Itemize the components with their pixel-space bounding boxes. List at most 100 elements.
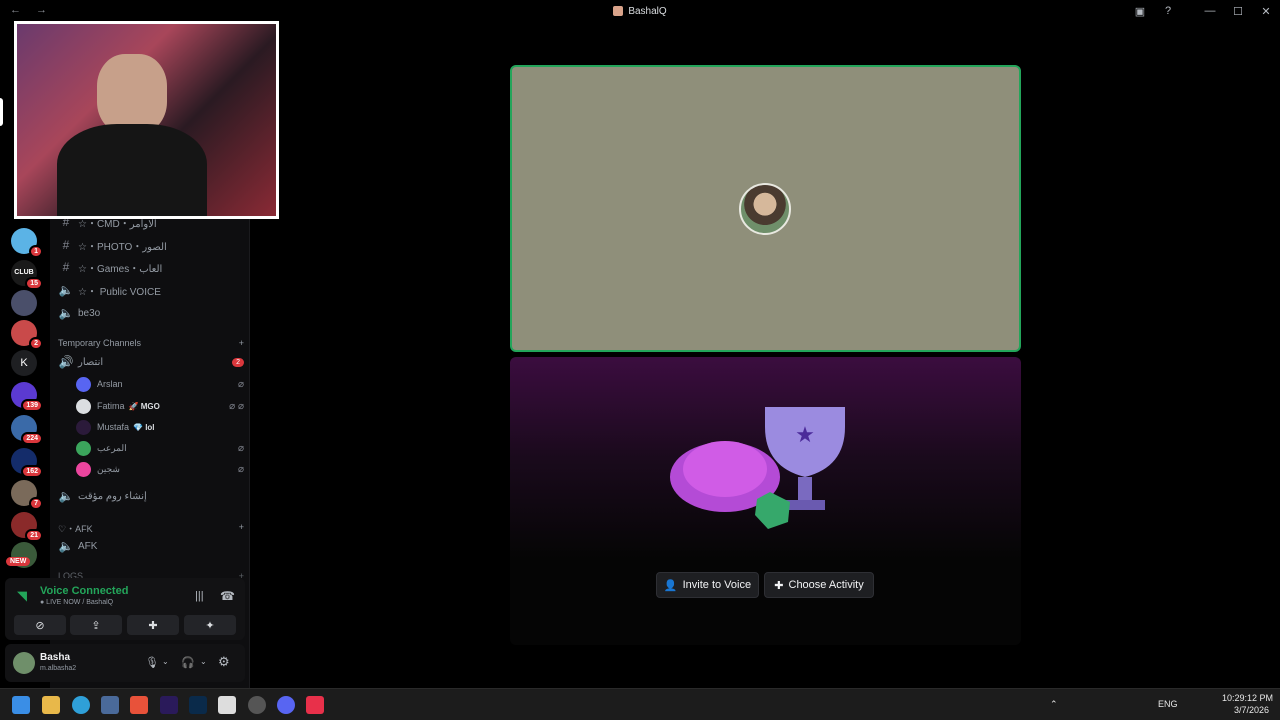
server-icon-4[interactable]: 2 <box>11 320 43 350</box>
deafen-icon: ⌀ <box>237 442 244 454</box>
webcam-overlay <box>14 21 279 219</box>
channel-public-voice[interactable]: 🔈 ☆・ Public VOICE <box>58 280 244 300</box>
taskbar: ⌃ ENG 10:29:12 PM 3/7/2026 <box>0 688 1280 720</box>
channel-games[interactable]: # ☆・Games・العاب <box>58 257 244 277</box>
voice-user[interactable]: Arslan ⌀ <box>76 374 244 394</box>
speaker-icon: 🔊 <box>58 355 74 369</box>
add-channel-icon: + <box>238 522 244 532</box>
language-indicator[interactable]: ENG <box>1158 699 1178 709</box>
notepad-icon[interactable] <box>218 696 236 714</box>
chevron-up-icon[interactable]: ⌃ <box>1050 699 1058 710</box>
speaker-icon: 🔈 <box>58 306 74 320</box>
category-afk[interactable]: ♡・AFK + <box>58 522 244 535</box>
deafen-icon: ⌀ ⌀ <box>229 400 244 412</box>
screenshare-button[interactable]: ⇪ <box>70 615 122 635</box>
speaker-icon: 🔈 <box>58 489 74 503</box>
category-temporary[interactable]: Temporary Channels + <box>58 338 244 348</box>
minimize-icon[interactable]: — <box>1196 5 1224 17</box>
server-icon-club[interactable]: CLUB 15 <box>11 260 43 290</box>
avatar[interactable] <box>13 652 35 674</box>
selected-server-pill <box>0 98 3 126</box>
server-icon-k[interactable]: K <box>11 350 37 376</box>
mic-icon[interactable]: 🎙 <box>145 656 159 669</box>
window-title: BashalQ <box>613 5 667 17</box>
clock-date[interactable]: 3/7/2026 <box>1234 705 1269 715</box>
channel-create-room[interactable]: 🔈 إنشاء روم مؤقت <box>58 486 244 506</box>
streamer-body <box>57 124 207 216</box>
soundboard-button[interactable]: ✦ <box>184 615 236 635</box>
server-icon-9[interactable]: 7 <box>11 480 43 510</box>
help-icon[interactable]: ? <box>1154 5 1182 17</box>
add-user-icon: 👤 <box>663 579 678 592</box>
speaker-icon: 🔈 <box>58 539 74 553</box>
avatar <box>76 419 91 435</box>
activity-button[interactable]: ✚ <box>127 615 179 635</box>
windows-start-icon[interactable] <box>12 696 30 714</box>
disconnect-icon[interactable]: ☎ <box>220 589 235 603</box>
activity-panel: ★ 👤 Invite to Voice ✚ Choose Activity <box>510 357 1021 645</box>
activity-illustration: ★ <box>670 407 845 529</box>
edge-icon[interactable] <box>72 696 90 714</box>
window-title-text: BashalQ <box>628 5 667 17</box>
avatar <box>76 440 91 456</box>
store-icon[interactable] <box>101 696 119 714</box>
channel-be3o[interactable]: 🔈 be3o <box>58 303 244 323</box>
chevron-down-icon[interactable]: ⌄ <box>162 657 169 666</box>
deafen-icon: ⌀ <box>237 463 244 475</box>
server-icon-1[interactable]: 1 <box>11 228 43 258</box>
headphones-icon[interactable]: 🎧 <box>181 656 195 669</box>
photoshop-icon[interactable] <box>189 696 207 714</box>
avatar <box>76 461 91 477</box>
user-status: m.albasha2 <box>40 665 77 672</box>
server-icon <box>613 6 624 16</box>
title-bar: ← → BashalQ ▣ ? — ☐ ✕ <box>0 0 1280 22</box>
server-icon-7[interactable]: 224 <box>11 415 43 445</box>
voice-user[interactable]: شجين ⌀ <box>76 459 244 479</box>
tiktok-icon[interactable] <box>306 696 324 714</box>
speaker-icon: 🔈 <box>58 283 74 297</box>
hash-icon: # <box>62 260 70 274</box>
channel-photo[interactable]: # ☆・PHOTO・الصور <box>58 235 244 255</box>
server-icon-3[interactable] <box>11 290 37 316</box>
clock-time[interactable]: 10:29:12 PM <box>1222 693 1273 703</box>
noise-icon[interactable]: ||| <box>195 590 204 602</box>
new-badge: NEW <box>6 557 31 566</box>
server-icon-8[interactable]: 162 <box>11 448 43 478</box>
nav-arrows[interactable]: ← → <box>10 4 53 16</box>
user-panel: Basha m.albasha2 🎙 ⌄ 🎧 ⌄ ⚙ <box>5 644 245 682</box>
server-icon-6[interactable]: 139 <box>11 382 43 412</box>
obs-icon[interactable] <box>248 696 266 714</box>
streamer-face <box>97 54 167 134</box>
add-channel-icon: + <box>238 338 244 348</box>
file-explorer-icon[interactable] <box>42 696 60 714</box>
channel-temp[interactable]: 🔊 انتصار 2 <box>58 352 244 372</box>
brave-icon[interactable] <box>130 696 148 714</box>
voice-tile[interactable] <box>510 65 1021 352</box>
invite-to-voice-button[interactable]: 👤 Invite to Voice <box>656 572 759 598</box>
server-icon-10[interactable]: 21 <box>11 512 43 542</box>
avatar <box>76 398 91 414</box>
avatar[interactable] <box>739 183 791 235</box>
channel-afk[interactable]: 🔈 AFK <box>58 536 244 556</box>
chevron-down-icon[interactable]: ⌄ <box>200 657 207 666</box>
discord-icon[interactable] <box>277 696 295 714</box>
voice-user[interactable]: Mustafa 💎 lol <box>76 417 244 437</box>
voice-status[interactable]: Voice Connected <box>40 585 128 597</box>
voice-user[interactable]: Fatima 🚀 MGO ⌀ ⌀ <box>76 396 244 416</box>
gear-icon[interactable]: ⚙ <box>218 654 230 670</box>
username[interactable]: Basha <box>40 652 70 663</box>
deafen-icon: ⌀ <box>237 378 244 390</box>
grid-icon: ✚ <box>774 579 784 592</box>
avatar <box>76 376 91 392</box>
choose-activity-button[interactable]: ✚ Choose Activity <box>764 572 874 598</box>
close-icon[interactable]: ✕ <box>1252 5 1280 18</box>
screen-icon[interactable]: ▣ <box>1126 5 1154 18</box>
maximize-icon[interactable]: ☐ <box>1224 5 1252 18</box>
voice-connection-panel: ◥ Voice Connected ● LIVE NOW / BashalQ |… <box>5 578 245 640</box>
voice-user[interactable]: المرعب ⌀ <box>76 438 244 458</box>
voice-sub[interactable]: ● LIVE NOW / BashalQ <box>40 599 113 606</box>
premiere-icon[interactable] <box>160 696 178 714</box>
signal-icon: ◥ <box>17 588 27 603</box>
video-off-button[interactable]: ⊘ <box>14 615 66 635</box>
svg-text:★: ★ <box>795 422 815 447</box>
